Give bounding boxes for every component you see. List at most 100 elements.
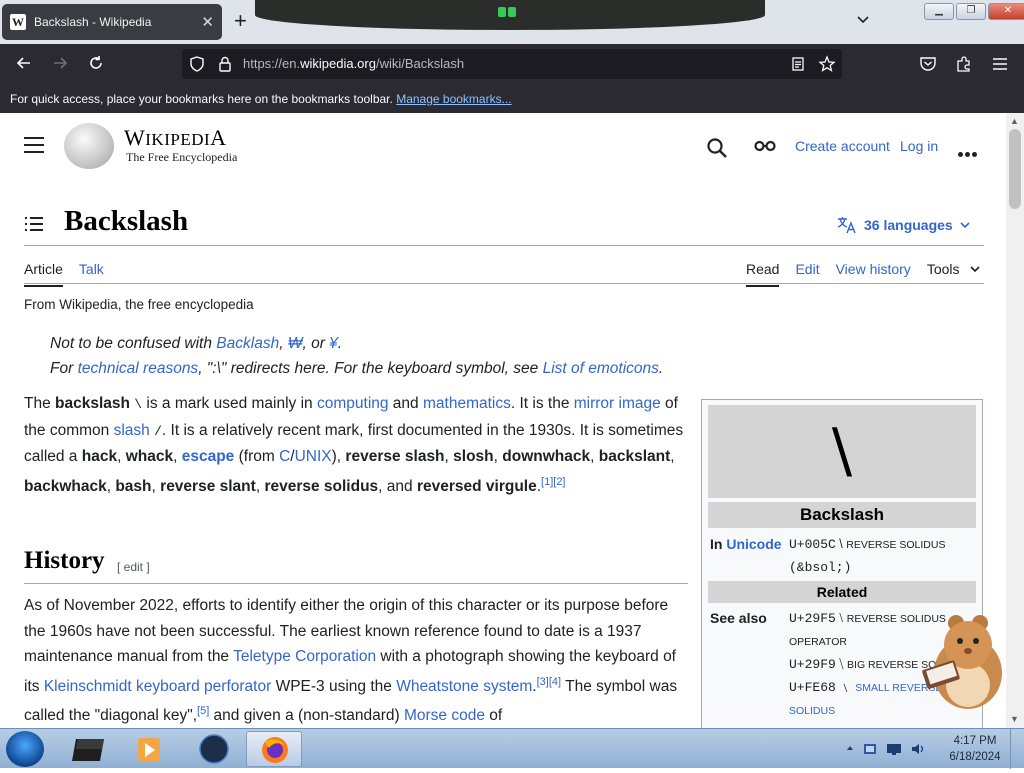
morse-code-link[interactable]: Morse code bbox=[404, 707, 485, 724]
network-icon[interactable] bbox=[862, 741, 878, 757]
reader-view-icon[interactable] bbox=[790, 56, 806, 72]
lead-paragraph: The backslash \ is a mark used mainly in… bbox=[24, 395, 684, 495]
tab-strip: W Backslash - Wikipedia ✕ + ▁ ❐ ✕ bbox=[0, 0, 1024, 44]
tray-expand-icon[interactable] bbox=[846, 741, 854, 755]
close-tab-icon[interactable]: ✕ bbox=[201, 13, 214, 31]
translate-icon bbox=[837, 217, 856, 234]
escape-link[interactable]: escape bbox=[182, 448, 235, 465]
wikipedia-page: WIKIPEDIA The Free Encyclopedia Create a… bbox=[0, 113, 1006, 728]
close-window-button[interactable]: ✕ bbox=[988, 3, 1024, 20]
teletype-corporation-link[interactable]: Teletype Corporation bbox=[233, 648, 376, 665]
taskbar-app-firefox[interactable] bbox=[246, 731, 302, 767]
infobox-related-header: Related bbox=[708, 581, 976, 603]
browser-tab[interactable]: W Backslash - Wikipedia ✕ bbox=[2, 4, 222, 40]
shield-icon[interactable] bbox=[189, 56, 205, 72]
volume-icon[interactable] bbox=[910, 741, 926, 757]
hatnote: For technical reasons, ":\" redirects he… bbox=[50, 360, 664, 377]
scroll-down-icon[interactable]: ▼ bbox=[1010, 714, 1019, 724]
taskbar-app-terminal[interactable] bbox=[62, 731, 118, 767]
menu-icon[interactable] bbox=[992, 57, 1008, 71]
edit-section-link[interactable]: [ edit ] bbox=[117, 560, 150, 574]
infobox-glyph: \ bbox=[708, 405, 976, 498]
bookmark-star-icon[interactable] bbox=[818, 55, 836, 73]
reload-button[interactable] bbox=[86, 54, 106, 74]
technical-reasons-link[interactable]: technical reasons bbox=[78, 360, 199, 377]
history-paragraph: As of November 2022, efforts to identify… bbox=[24, 597, 678, 725]
chevron-down-icon[interactable] bbox=[856, 12, 870, 26]
window-controls: ▁ ❐ ✕ bbox=[924, 3, 1024, 20]
wikipedia-wordmark[interactable]: WIKIPEDIA bbox=[124, 125, 227, 151]
won-sign-link[interactable]: ₩ bbox=[288, 335, 303, 352]
infobox-title: Backslash bbox=[708, 502, 976, 528]
section-heading-history: History bbox=[24, 547, 105, 574]
glasses-icon[interactable] bbox=[754, 139, 776, 153]
kleinschmidt-link[interactable]: Kleinschmidt keyboard perforator bbox=[44, 678, 271, 695]
show-desktop-button[interactable] bbox=[1010, 729, 1024, 769]
terminal-icon bbox=[72, 739, 104, 761]
hatnote: Not to be confused with Backlash, ₩, or … bbox=[50, 335, 343, 352]
globe-icon bbox=[199, 734, 229, 764]
mirror-image-link[interactable]: mirror image bbox=[574, 395, 661, 412]
log-in-link[interactable]: Log in bbox=[900, 138, 938, 154]
chevron-down-icon bbox=[970, 266, 980, 273]
infobox-unicode-value: U+005C \ REVERSE SOLIDUS (&bsol;) bbox=[789, 537, 946, 575]
main-menu-icon[interactable] bbox=[24, 137, 44, 153]
display-icon[interactable] bbox=[886, 741, 902, 757]
scrollbar-thumb[interactable] bbox=[1009, 129, 1021, 209]
c-link[interactable]: C bbox=[279, 448, 290, 465]
mathematics-link[interactable]: mathematics bbox=[423, 395, 511, 412]
page-scrollbar[interactable]: ▲ ▼ bbox=[1006, 113, 1024, 728]
wikipedia-logo-icon[interactable] bbox=[64, 123, 114, 169]
clock-date: 6/18/2024 bbox=[949, 751, 1001, 763]
reload-icon bbox=[90, 56, 102, 69]
table-of-contents-icon[interactable] bbox=[25, 217, 43, 233]
arrow-right-icon bbox=[54, 57, 68, 69]
system-tray bbox=[846, 741, 926, 757]
firefox-icon bbox=[262, 737, 288, 763]
tools-label: Tools bbox=[926, 261, 960, 277]
create-account-link[interactable]: Create account bbox=[795, 138, 890, 154]
url-text[interactable]: https://en.wikipedia.org/wiki/Backslash bbox=[243, 56, 464, 71]
chevron-down-icon bbox=[960, 222, 970, 229]
unicode-link[interactable]: Unicode bbox=[726, 536, 781, 552]
divider bbox=[24, 283, 984, 284]
yen-sign-link[interactable]: ¥ bbox=[329, 335, 338, 352]
page-title: Backslash bbox=[64, 205, 189, 237]
computing-link[interactable]: computing bbox=[317, 395, 389, 412]
start-button[interactable] bbox=[6, 731, 44, 767]
languages-button[interactable]: 36 languages bbox=[836, 216, 971, 234]
search-icon[interactable] bbox=[706, 137, 728, 159]
taskbar-app-media-player[interactable] bbox=[122, 731, 178, 767]
slash-link[interactable]: slash bbox=[114, 422, 150, 439]
divider bbox=[24, 583, 688, 584]
back-button[interactable] bbox=[14, 54, 34, 74]
new-tab-button[interactable]: + bbox=[234, 9, 247, 33]
languages-count: 36 languages bbox=[864, 217, 953, 233]
arrow-left-icon bbox=[16, 57, 30, 69]
divider bbox=[24, 245, 984, 246]
bookmarks-toolbar: For quick access, place your bookmarks h… bbox=[0, 84, 1024, 113]
minimize-button[interactable]: ▁ bbox=[924, 3, 954, 20]
pocket-icon[interactable] bbox=[919, 56, 937, 72]
maximize-button[interactable]: ❐ bbox=[956, 3, 986, 20]
forward-button[interactable] bbox=[50, 54, 70, 74]
backlash-link[interactable]: Backlash bbox=[216, 335, 279, 352]
lock-icon[interactable] bbox=[218, 56, 232, 72]
infobox-label-see-also: See also bbox=[710, 610, 767, 626]
extensions-icon[interactable] bbox=[955, 55, 973, 73]
wheatstone-system-link[interactable]: Wheatstone system bbox=[396, 678, 532, 695]
media-player-icon bbox=[138, 738, 160, 762]
system-clock[interactable]: 4:17 PM 6/18/2024 bbox=[944, 733, 1006, 765]
url-bar[interactable]: https://en.wikipedia.org/wiki/Backslash bbox=[182, 49, 842, 79]
manage-bookmarks-link[interactable]: Manage bookmarks... bbox=[396, 92, 511, 106]
bookmarks-notice: For quick access, place your bookmarks h… bbox=[10, 92, 393, 106]
unix-link[interactable]: UNIX bbox=[295, 448, 332, 465]
list-of-emoticons-link[interactable]: List of emoticons bbox=[543, 360, 659, 377]
hamster-mascot-icon bbox=[922, 615, 1002, 709]
taskbar-app-browser[interactable] bbox=[186, 731, 242, 767]
wikipedia-favicon-icon: W bbox=[10, 14, 26, 30]
infobox-label-in: In Unicode bbox=[710, 536, 782, 552]
scroll-up-icon[interactable]: ▲ bbox=[1010, 116, 1019, 126]
more-options-icon[interactable] bbox=[958, 144, 979, 162]
navigation-toolbar: https://en.wikipedia.org/wiki/Backslash bbox=[0, 44, 1024, 84]
